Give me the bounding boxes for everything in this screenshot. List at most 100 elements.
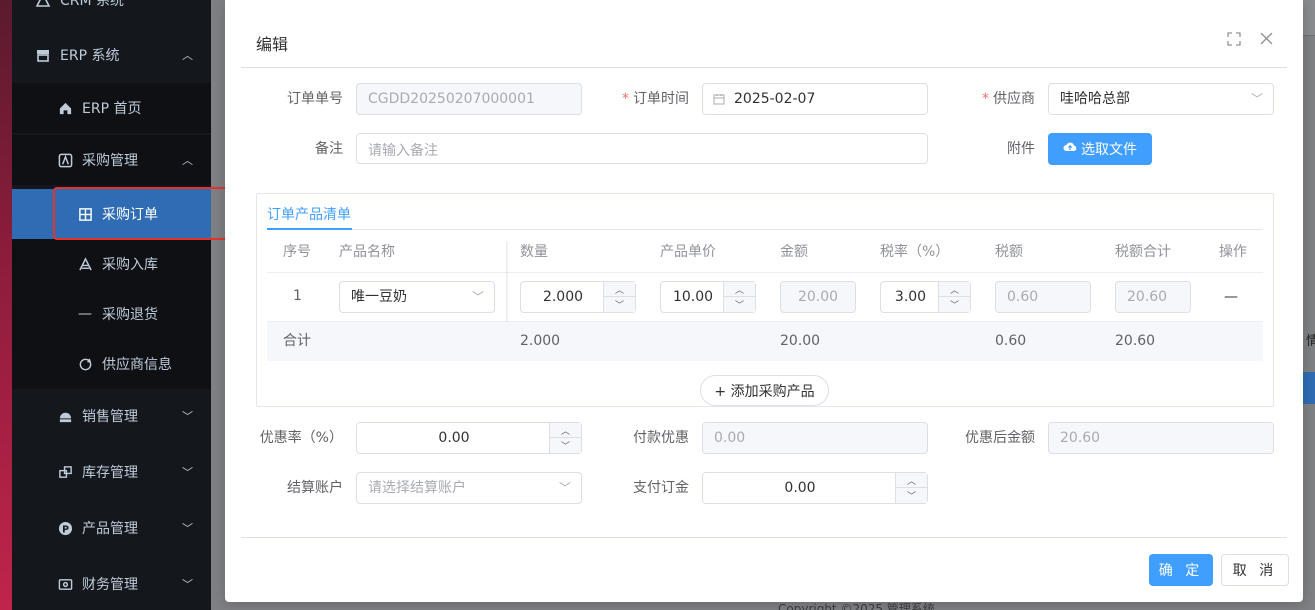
home-icon <box>56 99 74 117</box>
discount-rate-stepper[interactable]: 0.00 ︿ ﹀ <box>356 422 582 454</box>
upload-file-button[interactable]: 选取文件 <box>1048 133 1152 165</box>
sidebar-item-label: 产品管理 <box>82 521 138 537</box>
increase-icon[interactable]: ︿ <box>604 282 635 297</box>
attachment-label: 附件 <box>1007 141 1035 157</box>
order-no-label: 订单单号 <box>287 91 343 107</box>
calendar-icon <box>713 84 725 114</box>
product-p-icon: P <box>56 519 74 537</box>
remark-textarea[interactable]: 请输入备注 <box>356 133 928 164</box>
sidebar: CRM 系统 ERP 系统 ︿ ERP 首页 采购管理 ︿ 采购订单 采购入库 … <box>12 0 211 610</box>
summary-total: 20.60 <box>1115 333 1156 349</box>
column-header-total: 税额合计 <box>1115 244 1171 260</box>
chevron-up-icon: ︿ <box>182 49 193 62</box>
column-header-index: 序号 <box>283 244 311 260</box>
product-select[interactable]: 唯一豆奶 ﹀ <box>339 281 495 313</box>
tax-rate-value: 3.00 <box>894 289 927 305</box>
warehouse-icon <box>76 255 94 273</box>
delete-row-icon[interactable]: — <box>1224 281 1238 313</box>
deposit-stepper[interactable]: 0.00 ︿ ﹀ <box>702 472 928 504</box>
increase-icon[interactable]: ︿ <box>896 473 927 488</box>
fullscreen-icon[interactable] <box>1227 32 1243 48</box>
sidebar-item-label: ERP 系统 <box>60 48 120 64</box>
sidebar-item-erp-home[interactable]: ERP 首页 <box>12 83 211 133</box>
account-label: 结算账户 <box>287 480 343 496</box>
sidebar-item-erp[interactable]: ERP 系统 ︿ <box>12 30 211 80</box>
tax-input[interactable]: 0.60 <box>995 281 1091 313</box>
stepper-buttons: ︿ ﹀ <box>603 282 635 312</box>
cloud-upload-icon <box>1063 141 1077 157</box>
tab-order-products[interactable]: 订单产品清单 <box>267 200 351 230</box>
stepper-buttons: ︿ ﹀ <box>938 282 970 312</box>
remark-label: 备注 <box>315 141 343 157</box>
required-mark: * <box>622 91 629 107</box>
order-no-input[interactable]: CGDD20250207000001 <box>356 83 582 115</box>
payment-discount-label: 付款优惠 <box>633 430 689 446</box>
decrease-icon[interactable]: ﹀ <box>939 297 970 312</box>
sidebar-item-stock[interactable]: 库存管理 ﹀ <box>12 447 211 497</box>
unit-price-value: 10.00 <box>672 289 714 305</box>
sidebar-item-finance[interactable]: 财务管理 ﹀ <box>12 559 211 609</box>
discount-rate-label: 优惠率（%） <box>259 430 343 446</box>
sales-chart-icon <box>56 407 74 425</box>
amount-input[interactable]: 20.00 <box>780 281 856 313</box>
sidebar-item-purchase[interactable]: 采购管理 ︿ <box>12 135 211 185</box>
discount-rate-value: 0.00 <box>438 430 470 446</box>
product-value: 唯一豆奶 <box>351 289 407 305</box>
column-header-product: 产品名称 <box>339 244 395 260</box>
chevron-down-icon: ﹀ <box>558 481 571 495</box>
sidebar-item-label: CRM 系统 <box>60 0 125 9</box>
sidebar-item-crm[interactable]: CRM 系统 <box>12 0 211 25</box>
stepper-buttons: ︿ ﹀ <box>723 282 755 312</box>
supplier-select[interactable]: 哇哈哈总部 ﹀ <box>1048 83 1274 115</box>
add-product-button[interactable]: + 添加采购产品 <box>700 375 829 406</box>
sidebar-item-label: ERP 首页 <box>82 101 142 117</box>
payment-discount-input[interactable]: 0.00 <box>702 422 928 454</box>
sidebar-item-supplier-info[interactable]: 供应商信息 <box>12 339 211 389</box>
column-header-action: 操作 <box>1219 244 1247 260</box>
account-select[interactable]: 请选择结算账户 ﹀ <box>356 472 582 504</box>
sidebar-item-label: 采购退货 <box>102 307 158 323</box>
sidebar-item-product[interactable]: P 产品管理 ﹀ <box>12 503 211 553</box>
stepper-buttons: ︿ ﹀ <box>549 423 581 453</box>
sidebar-item-purchase-in[interactable]: 采购入库 <box>12 239 211 289</box>
dialog-title: 编辑 <box>256 35 289 54</box>
sidebar-item-purchase-return[interactable]: — 采购退货 <box>12 289 211 339</box>
increase-icon[interactable]: ︿ <box>724 282 755 297</box>
edit-dialog: 编辑 订单单号 CGDD20250207000001 * 订单时间 2025-02… <box>225 0 1303 602</box>
finance-icon <box>56 575 74 593</box>
deposit-value: 0.00 <box>784 480 816 496</box>
crm-icon <box>34 0 52 9</box>
decrease-icon[interactable]: ﹀ <box>550 438 581 453</box>
upload-file-label: 选取文件 <box>1081 142 1137 158</box>
order-time-picker[interactable]: 2025-02-07 <box>702 83 928 115</box>
after-discount-input[interactable]: 20.60 <box>1048 422 1274 454</box>
decrease-icon[interactable]: ﹀ <box>604 297 635 312</box>
supplier-value: 哇哈哈总部 <box>1060 91 1130 107</box>
deposit-label: 支付订金 <box>633 480 689 496</box>
order-time-label-text: 订单时间 <box>633 91 689 107</box>
summary-quantity: 2.000 <box>520 333 561 349</box>
unit-price-stepper[interactable]: 10.00 ︿ ﹀ <box>660 281 756 313</box>
sidebar-item-label: 采购入库 <box>102 257 158 273</box>
required-mark: * <box>982 91 989 107</box>
increase-icon[interactable]: ︿ <box>550 423 581 438</box>
increase-icon[interactable]: ︿ <box>939 282 970 297</box>
background-blue-block <box>1303 372 1315 404</box>
tab-active-indicator <box>267 228 352 230</box>
close-icon[interactable] <box>1257 31 1275 49</box>
total-input[interactable]: 20.60 <box>1115 281 1191 313</box>
confirm-button[interactable]: 确 定 <box>1149 554 1213 586</box>
decrease-icon[interactable]: ﹀ <box>724 297 755 312</box>
sidebar-item-label: 销售管理 <box>82 409 138 425</box>
cancel-button[interactable]: 取 消 <box>1221 554 1289 586</box>
decrease-icon[interactable]: ﹀ <box>896 488 927 503</box>
tax-rate-stepper[interactable]: 3.00 ︿ ﹀ <box>880 281 971 313</box>
quantity-stepper[interactable]: 2.000 ︿ ﹀ <box>520 281 636 313</box>
footer-divider <box>241 537 1287 538</box>
chevron-down-icon: ﹀ <box>182 522 193 535</box>
background-content-edge: 情 <box>1303 0 1315 610</box>
chevron-down-icon: ﹀ <box>471 290 484 304</box>
sidebar-item-sales[interactable]: 销售管理 ﹀ <box>12 391 211 441</box>
supplier-label: * 供应商 <box>955 83 1035 115</box>
svg-text:P: P <box>62 524 69 535</box>
